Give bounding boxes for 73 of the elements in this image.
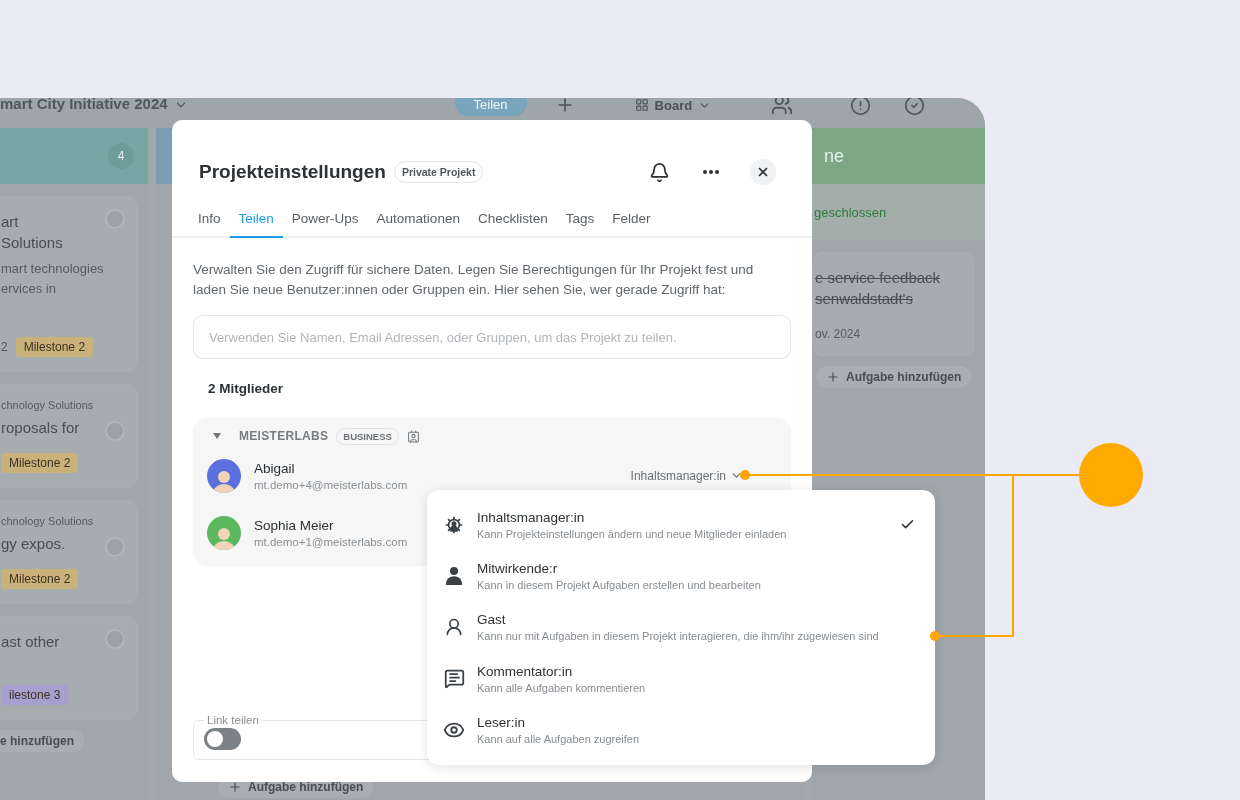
- gear-person-icon: [444, 514, 464, 535]
- task-card[interactable]: e service feedback senwaldstadt's ov. 2024: [812, 252, 975, 356]
- role-description: Kann in diesem Projekt Aufgaben erstellen und bearbeiten: [477, 579, 762, 592]
- plus-icon: [228, 780, 242, 794]
- invite-field[interactable]: Verwenden Sie Namen, Email Adressen, oder Gruppen, um das Projekt zu teilen.: [193, 315, 791, 359]
- plus-icon: [826, 370, 840, 384]
- role-description: Kann Projekteinstellungen ändern und neue Mitglieder einladen: [477, 527, 788, 540]
- caret-icon[interactable]: [213, 433, 221, 439]
- card-category: chnology Solutions: [1, 515, 95, 527]
- milestone-tag: ilestone 3: [1, 685, 69, 705]
- card-title: e service feedback senwaldstadt's: [815, 268, 942, 309]
- card-description: mart technologies ervices in: [1, 260, 105, 298]
- close-button[interactable]: [750, 159, 776, 185]
- role-option[interactable]: Gast Kann nur mit Aufgaben in diesem Projekt interagieren, die ihm/ihr zugewiesen sind: [427, 601, 935, 654]
- add-task-button[interactable]: e hinzufügen: [0, 730, 84, 752]
- role-title: Mitwirkende:r: [477, 561, 559, 577]
- close-icon: [756, 165, 770, 179]
- section-title: geschlossen: [814, 204, 887, 220]
- milestone-tag: Milestone 2: [1, 569, 79, 589]
- role-option[interactable]: Leser:in Kann auf alle Aufgaben zugreifen: [427, 704, 935, 756]
- comment-icon: [443, 668, 465, 690]
- role-description: Kann nur mit Aufgaben in diesem Projekt interagieren, die ihm/ihr zugewiesen sind: [477, 630, 880, 643]
- role-option[interactable]: Mitwirkende:r Kann in diesem Projekt Aufgaben erstellen und bearbeiten: [427, 550, 935, 602]
- tab[interactable]: Tags: [556, 202, 604, 238]
- task-card[interactable]: chnology Solutions roposals for Milestone 2: [0, 384, 138, 488]
- role-description: Kann alle Aufgaben kommentieren: [477, 681, 647, 694]
- add-task-button[interactable]: Aufgabe hinzufügen: [816, 366, 972, 388]
- role-title: Inhaltsmanager:in: [477, 509, 586, 525]
- member-count: 2 Mitglieder: [208, 381, 284, 396]
- person-outline-icon: [444, 617, 464, 638]
- task-card[interactable]: chnology Solutions gy expos. Milestone 2: [0, 500, 138, 604]
- role-option[interactable]: Inhaltsmanager:in Kann Projekteinstellungen ändern und neue Mitglieder einladen: [427, 499, 935, 551]
- group-name: MEISTERLABS: [239, 429, 329, 443]
- link-share-label: Link teilen: [206, 714, 260, 726]
- column-title: ne: [824, 145, 845, 167]
- member-email: mt.demo+1@meisterlabs.com: [254, 535, 408, 548]
- team-icon[interactable]: [771, 98, 794, 116]
- person-icon: [445, 566, 463, 587]
- role-title: Kommentator:in: [477, 663, 574, 679]
- alert-icon[interactable]: [850, 98, 872, 116]
- card-title: gy expos.: [1, 534, 67, 554]
- more-icon: [703, 170, 719, 174]
- member-name: Abigail: [254, 460, 296, 476]
- role-title: Gast: [477, 612, 507, 628]
- card-category: chnology Solutions: [1, 399, 95, 411]
- view-dropdown[interactable]: Board: [634, 98, 712, 115]
- tab[interactable]: Automationen: [367, 202, 469, 238]
- role-dropdown[interactable]: Inhaltsmanager:in: [630, 468, 743, 483]
- member-email: mt.demo+4@meisterlabs.com: [254, 478, 408, 491]
- dialog-title: Projekteinstellungen: [199, 161, 386, 183]
- card-title: ast other: [1, 632, 61, 652]
- task-card[interactable]: ast other ilestone 3: [0, 616, 138, 720]
- milestone-tag: Milestone 2: [15, 337, 94, 357]
- task-card[interactable]: art Solutions mart technologies ervices in 2 Milestone 2: [0, 196, 138, 372]
- link-share-toggle[interactable]: [204, 728, 241, 750]
- group-members-icon: [406, 429, 420, 443]
- role-option[interactable]: Kommentator:in Kann alle Aufgaben kommentieren: [427, 653, 935, 705]
- card-title: art Solutions: [1, 212, 64, 253]
- tab[interactable]: Felder: [603, 202, 660, 238]
- card-title: roposals for: [1, 418, 81, 438]
- tab[interactable]: Power-Ups: [282, 202, 368, 238]
- comment-count: 2: [1, 340, 8, 354]
- role-description: Kann auf alle Aufgaben zugreifen: [477, 733, 641, 746]
- role-title: Leser:in: [477, 715, 527, 731]
- bell-icon: [648, 161, 670, 183]
- task-count: 4: [108, 143, 134, 169]
- milestone-tag: Milestone 2: [1, 453, 79, 473]
- tab[interactable]: Info: [189, 202, 230, 238]
- tab[interactable]: Checklisten: [468, 202, 557, 238]
- board-icon: [634, 98, 649, 112]
- member-name: Sophia Meier: [254, 517, 335, 533]
- description-text: Verwalten Sie den Zugriff für sichere Daten. Legen Sie Berechtigungen für Ihr Projekt fest und laden Sie neue Benutzer:innen oder Gruppen ein. Hier sehen Sie, wer gerade Zugriff hat:: [193, 261, 755, 299]
- due-date: ov. 2024: [815, 327, 861, 341]
